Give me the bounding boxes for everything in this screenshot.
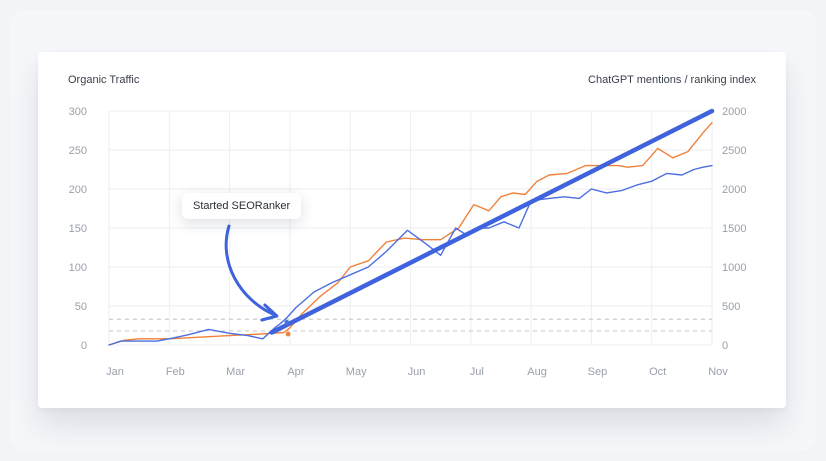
- y-right-tick-label: 2000: [722, 106, 746, 118]
- line-chart: 0 50 100 150 200 250 300 0 500 1000 1500 2000 2500 20…: [69, 106, 747, 378]
- x-tick-label: Apr: [287, 366, 304, 378]
- annotation-callout: Started SEORanker: [182, 193, 302, 219]
- y-left-tick-label: 300: [69, 106, 87, 118]
- x-tick-label: Oct: [649, 366, 666, 378]
- y-left-tick-label: 200: [69, 184, 87, 196]
- x-tick-label: Nov: [708, 366, 728, 378]
- x-tick-label: Sep: [588, 366, 608, 378]
- annotation-arrow: [224, 224, 277, 317]
- y-left-tick-label: 50: [75, 301, 87, 313]
- x-tick-label: Feb: [166, 366, 185, 378]
- y-left-tick-label: 150: [69, 223, 87, 235]
- x-tick-label: Jan: [106, 366, 124, 378]
- x-tick-label: Jun: [408, 366, 426, 378]
- x-tick-label: Mar: [226, 366, 245, 378]
- x-tick-label: Jul: [470, 366, 484, 378]
- x-tick-label: Aug: [527, 366, 547, 378]
- start-marker-orange: [285, 331, 291, 337]
- series-line-trend: [269, 108, 715, 335]
- y-left-tick-label: 0: [81, 340, 87, 352]
- y-right-tick-label: 0: [722, 340, 728, 352]
- y-left-tick-label: 100: [69, 262, 87, 274]
- x-tick-label: May: [346, 366, 367, 378]
- y-right-tick-label: 2000: [722, 184, 746, 196]
- y-right-tick-label: 2500: [722, 145, 746, 157]
- y-right-tick-label: 500: [722, 301, 740, 313]
- y-right-tick-label: 1500: [722, 223, 746, 235]
- start-marker-blue: [284, 319, 290, 325]
- y-right-tick-label: 1000: [722, 262, 746, 274]
- y-left-tick-label: 250: [69, 145, 87, 157]
